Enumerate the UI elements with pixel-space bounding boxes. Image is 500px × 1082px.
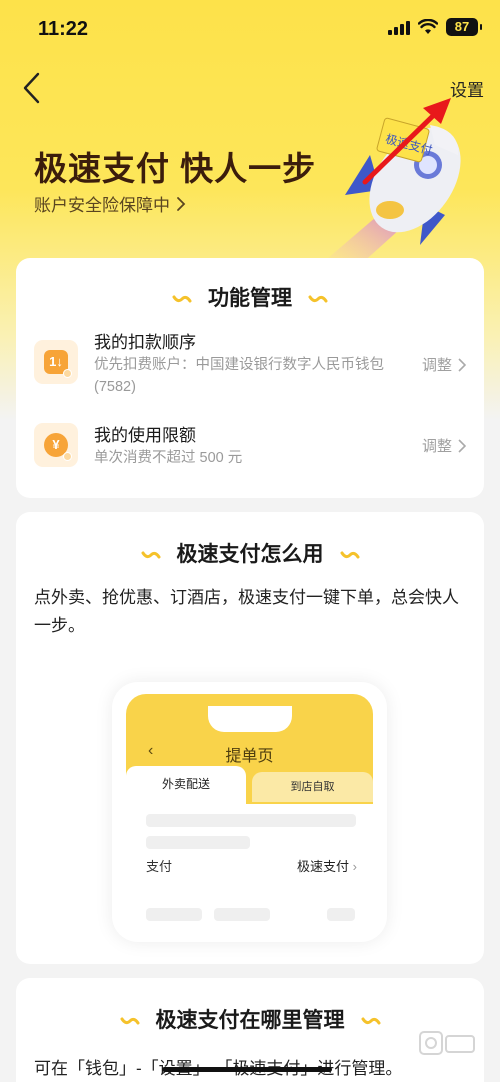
- phone-tab-delivery: 外卖配送: [126, 766, 246, 806]
- feature-card-title: 功能管理: [208, 287, 292, 310]
- hero-subtitle: 账户安全险保障中: [34, 196, 170, 215]
- placeholder-line: [327, 908, 355, 921]
- phone-pay-value: 极速支付 ›: [297, 859, 357, 874]
- title-decoration-left-icon: [172, 295, 192, 303]
- howto-card-title: 极速支付怎么用: [176, 543, 324, 566]
- title-decoration-left-icon: [120, 1017, 139, 1025]
- watermark-logo-icon: [419, 1031, 475, 1055]
- usage-limit-desc: 单次消费不超过 500 元: [94, 450, 243, 466]
- placeholder-line: [146, 908, 202, 921]
- where-card-title: 极速支付在哪里管理: [155, 1009, 345, 1032]
- usage-limit-icon: ¥: [34, 423, 78, 467]
- phone-tab-pickup: 到店自取: [252, 772, 373, 802]
- deduction-order-desc: 优先扣费账户：中国建设银行数字人民币钱包(7582): [94, 357, 384, 395]
- back-button[interactable]: [18, 70, 48, 106]
- howto-card-header: 极速支付怎么用: [16, 538, 484, 568]
- where-card-header: 极速支付在哪里管理: [16, 1004, 484, 1034]
- feature-management-card: 功能管理 1↓ 我的扣款顺序 优先扣费账户：中国建设银行数字人民币钱包(7582…: [16, 258, 484, 498]
- usage-limit-row[interactable]: ¥ 我的使用限额 单次消费不超过 500 元 调整: [34, 421, 466, 477]
- chevron-left-icon: [23, 72, 40, 104]
- signal-icon: [388, 19, 410, 35]
- status-bar: 11:22 87: [0, 0, 500, 60]
- placeholder-line: [214, 908, 270, 921]
- placeholder-line: [146, 814, 356, 827]
- title-decoration-left-icon: [141, 551, 160, 559]
- status-time: 11:22: [38, 18, 89, 40]
- deduction-order-adjust-button[interactable]: 调整: [422, 354, 466, 375]
- usage-limit-label: 我的使用限额: [94, 426, 196, 445]
- chevron-right-icon: [177, 196, 186, 211]
- usage-limit-adjust-button[interactable]: 调整: [422, 435, 466, 456]
- chevron-right-icon: [458, 438, 466, 453]
- wifi-icon: [418, 19, 438, 34]
- deduction-order-icon: 1↓: [34, 340, 78, 384]
- hero-title: 极速支付 快人一步: [34, 150, 317, 187]
- phone-mockup-illustration: ‹ 提单页 外卖配送 到店自取 支付 极速支付 ›: [112, 682, 387, 942]
- phone-pay-label: 支付: [146, 859, 173, 874]
- status-icons: 87: [388, 18, 482, 36]
- chevron-right-icon: [458, 357, 466, 372]
- phone-page-title: 提单页: [225, 748, 274, 765]
- battery-icon: 87: [446, 18, 482, 36]
- feature-card-header: 功能管理: [16, 282, 484, 312]
- annotation-arrow-icon: [362, 98, 451, 185]
- title-decoration-right-icon: [340, 551, 359, 559]
- insurance-link[interactable]: 账户安全险保障中: [34, 191, 186, 216]
- deduction-order-row[interactable]: 1↓ 我的扣款顺序 优先扣费账户：中国建设银行数字人民币钱包(7582) 调整: [34, 328, 466, 408]
- deduction-order-label: 我的扣款顺序: [94, 333, 196, 352]
- howto-description: 点外卖、抢优惠、订酒店，极速支付一键下单，总会快人一步。: [34, 588, 459, 635]
- placeholder-line: [146, 836, 250, 849]
- title-decoration-right-icon: [308, 295, 328, 303]
- title-decoration-right-icon: [361, 1017, 380, 1025]
- how-to-use-card: 极速支付怎么用 点外卖、抢优惠、订酒店，极速支付一键下单，总会快人一步。 ‹ 提…: [16, 512, 484, 964]
- home-indicator: [162, 1067, 332, 1072]
